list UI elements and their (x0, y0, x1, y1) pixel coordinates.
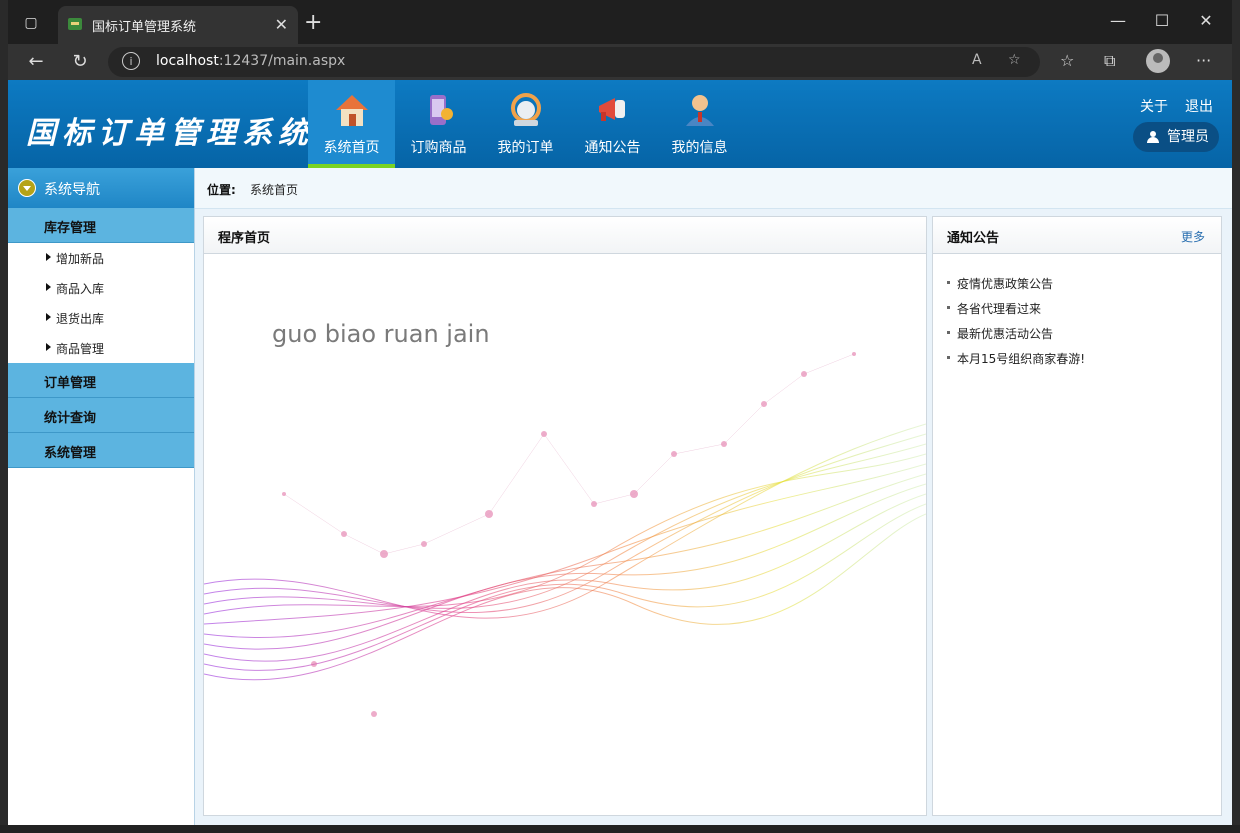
list-item[interactable]: 本月15号组织商家春游! (947, 350, 1207, 375)
banner-artwork: guo biao ruan jain (204, 254, 926, 815)
read-aloud-icon[interactable]: A (972, 52, 982, 68)
sidebar-group-label: 订单管理 (44, 376, 97, 391)
sidebar-group-label: 统计查询 (44, 411, 97, 426)
more-menu-icon[interactable]: ··· (1196, 51, 1211, 70)
panel-header: 程序首页 (204, 217, 926, 254)
sidebar-group-orders[interactable]: 订单管理 (8, 363, 194, 398)
tab-actions-icon[interactable]: ▢ (20, 12, 42, 34)
sidebar-group-label: 系统管理 (44, 446, 97, 461)
new-tab-icon[interactable]: + (304, 10, 322, 35)
nav-order-goods-label: 订购商品 (410, 140, 467, 156)
web-page: 国标订单管理系统 系统首页 订购商品 我的订单 通知公告 我的信息 关于 退出 … (8, 80, 1232, 825)
site-header: 国标订单管理系统 系统首页 订购商品 我的订单 通知公告 我的信息 关于 退出 … (8, 80, 1232, 168)
browser-tab[interactable]: 国标订单管理系统 ✕ (58, 6, 298, 44)
user-name: 管理员 (1167, 129, 1209, 145)
nav-my-info-label: 我的信息 (671, 140, 728, 156)
sidebar-group-statistics[interactable]: 统计查询 (8, 398, 194, 433)
notice-title: 本月15号组织商家春游! (957, 352, 1086, 366)
panel-title: 通知公告 (947, 231, 1000, 246)
site-info-icon[interactable]: i (122, 52, 140, 70)
notice-panel: 通知公告 更多 疫情优惠政策公告 各省代理看过来 最新优惠活动公告 本月15号组… (932, 216, 1222, 816)
favorites-icon[interactable]: ☆ (1060, 51, 1074, 70)
minimize-icon[interactable]: — (1098, 8, 1138, 34)
desktop-edge-left (0, 0, 8, 833)
url-text: localhost:12437/main.aspx (156, 53, 345, 69)
refresh-icon[interactable]: ↻ (68, 50, 92, 74)
desktop-edge-right (1232, 0, 1240, 833)
sidebar-title: 系统导航 (44, 182, 100, 198)
notice-title: 最新优惠活动公告 (957, 327, 1054, 341)
tab-bar: ▢ 国标订单管理系统 ✕ + — ☐ ✕ (8, 0, 1232, 44)
favorite-add-icon[interactable]: ☆ (1008, 52, 1021, 68)
sidebar-item-label: 商品入库 (56, 282, 105, 296)
user-icon (1147, 131, 1159, 143)
bullet-icon (947, 356, 950, 359)
breadcrumb: 位置: 系统首页 (195, 168, 1232, 209)
nav-notices[interactable]: 通知公告 (569, 80, 656, 168)
url-path: :12437/main.aspx (218, 53, 346, 69)
site-logo: 国标订单管理系统 (26, 116, 314, 151)
collapse-toggle-icon[interactable] (18, 179, 36, 197)
bullet-icon (947, 281, 950, 284)
user-badge[interactable]: 管理员 (1133, 122, 1219, 152)
phone-shop-icon (419, 90, 459, 130)
breadcrumb-label: 位置: (207, 183, 236, 197)
sidebar-item-add-product[interactable]: 增加新品 (8, 243, 194, 273)
about-link[interactable]: 关于 (1140, 96, 1168, 116)
sidebar-header[interactable]: 系统导航 (8, 168, 194, 208)
megaphone-icon (593, 90, 633, 130)
panel-title: 程序首页 (218, 231, 271, 246)
nav-home[interactable]: 系统首页 (308, 80, 395, 168)
sidebar-group-label: 库存管理 (44, 221, 97, 236)
favicon-icon (68, 18, 82, 30)
url-input[interactable]: i localhost:12437/main.aspx A ☆ (108, 47, 1040, 77)
nav-my-orders[interactable]: 我的订单 (482, 80, 569, 168)
list-item[interactable]: 各省代理看过来 (947, 300, 1207, 325)
list-item[interactable]: 最新优惠活动公告 (947, 325, 1207, 350)
sidebar: 系统导航 库存管理 增加新品 商品入库 退货出库 商品管理 订单管理 统计查询 … (8, 168, 195, 825)
sidebar-item-label: 商品管理 (56, 342, 105, 356)
nav-home-label: 系统首页 (323, 140, 380, 156)
nav-order-goods[interactable]: 订购商品 (395, 80, 482, 168)
sidebar-item-stock-in[interactable]: 商品入库 (8, 273, 194, 303)
caret-right-icon (46, 313, 51, 321)
sidebar-item-product-manage[interactable]: 商品管理 (8, 333, 194, 363)
logout-link[interactable]: 退出 (1185, 96, 1213, 116)
bullet-icon (947, 306, 950, 309)
url-host: localhost (156, 53, 219, 69)
tab-title: 国标订单管理系统 (92, 20, 197, 35)
caret-right-icon (46, 283, 51, 291)
notice-title: 各省代理看过来 (957, 302, 1042, 316)
banner-text: guo biao ruan jain (272, 320, 490, 348)
more-link[interactable]: 更多 (1181, 228, 1205, 245)
desktop-edge-bottom (0, 825, 1240, 833)
profile-avatar[interactable] (1146, 49, 1170, 73)
nav-my-orders-label: 我的订单 (497, 140, 554, 156)
home-icon (332, 90, 372, 130)
caret-right-icon (46, 253, 51, 261)
collections-icon[interactable]: ⧉ (1104, 51, 1115, 71)
caret-right-icon (46, 343, 51, 351)
address-bar: ← ↻ i localhost:12437/main.aspx A ☆ ☆ ⧉ … (8, 44, 1232, 80)
bullet-icon (947, 331, 950, 334)
back-icon[interactable]: ← (24, 50, 48, 74)
nav-notices-label: 通知公告 (584, 140, 641, 156)
close-window-icon[interactable]: ✕ (1186, 8, 1226, 34)
sidebar-item-label: 退货出库 (56, 312, 105, 326)
browser-window: ▢ 国标订单管理系统 ✕ + — ☐ ✕ ← ↻ i localhost:124… (8, 0, 1232, 825)
list-item[interactable]: 疫情优惠政策公告 (947, 275, 1207, 300)
tab-close-icon[interactable]: ✕ (275, 15, 288, 34)
nav-my-info[interactable]: 我的信息 (656, 80, 743, 168)
sidebar-group-inventory[interactable]: 库存管理 (8, 208, 194, 243)
sidebar-item-label: 增加新品 (56, 252, 105, 266)
home-panel: 程序首页 guo biao ruan jain (203, 216, 927, 816)
panel-header: 通知公告 更多 (933, 217, 1221, 254)
maximize-icon[interactable]: ☐ (1142, 8, 1182, 34)
support-icon (506, 90, 546, 130)
sidebar-group-system[interactable]: 系统管理 (8, 433, 194, 468)
user-profile-icon (680, 90, 720, 130)
notice-title: 疫情优惠政策公告 (957, 277, 1054, 291)
breadcrumb-current: 系统首页 (250, 183, 299, 197)
sidebar-item-return-out[interactable]: 退货出库 (8, 303, 194, 333)
